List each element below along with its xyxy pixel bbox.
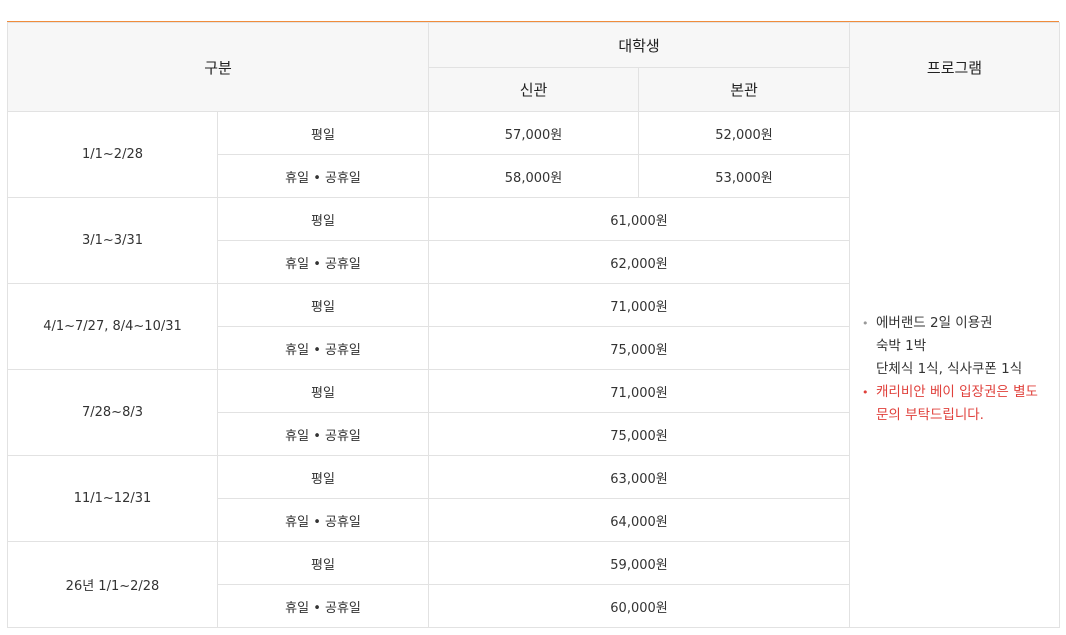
price-cell: 61,000원: [428, 197, 851, 241]
day-type-cell: 평일: [216, 369, 430, 413]
price-cell: 71,000원: [428, 283, 851, 327]
header-main-building: 본관: [638, 67, 851, 112]
day-type-cell: 평일: [216, 455, 430, 499]
day-type-cell: 휴일 • 공휴일: [216, 584, 430, 628]
price-cell: 71,000원: [428, 369, 851, 413]
header-category: 구분: [6, 22, 430, 112]
program-item: • 에버랜드 2일 이용권 숙박 1박 단체식 1식, 식사쿠폰 1식: [862, 312, 1059, 381]
price-cell: 63,000원: [428, 455, 851, 499]
price-cell: 75,000원: [428, 326, 851, 370]
table-row: 1/1~2/28 평일 57,000원 52,000원 • 에버랜드 2일 이용…: [7, 111, 1061, 628]
price-cell: 57,000원: [428, 111, 640, 155]
period-cell: 11/1~12/31: [7, 455, 218, 542]
period-cell: 7/28~8/3: [7, 369, 218, 456]
price-cell: 53,000원: [638, 154, 851, 198]
header-student-group: 대학생: [428, 22, 851, 68]
day-type-cell: 평일: [216, 197, 430, 241]
price-cell: 58,000원: [428, 154, 640, 198]
day-type-cell: 휴일 • 공휴일: [216, 154, 430, 198]
day-type-cell: 평일: [216, 111, 430, 155]
header-new-building: 신관: [428, 67, 640, 112]
program-cell: • 에버랜드 2일 이용권 숙박 1박 단체식 1식, 식사쿠폰 1식 • 캐리…: [849, 111, 1061, 628]
price-cell: 52,000원: [638, 111, 851, 155]
day-type-cell: 평일: [216, 283, 430, 327]
price-table-container: 구분 대학생 프로그램 신관 본관 1/1~2/28 평일 57,000원 52…: [6, 21, 1061, 628]
day-type-cell: 휴일 • 공휴일: [216, 412, 430, 456]
day-type-cell: 휴일 • 공휴일: [216, 498, 430, 542]
price-table: 구분 대학생 프로그램 신관 본관 1/1~2/28 평일 57,000원 52…: [6, 22, 1061, 628]
period-cell: 4/1~7/27, 8/4~10/31: [7, 283, 218, 370]
price-cell: 64,000원: [428, 498, 851, 542]
program-list: • 에버랜드 2일 이용권 숙박 1박 단체식 1식, 식사쿠폰 1식 • 캐리…: [862, 312, 1059, 427]
program-line: 단체식 1식, 식사쿠폰 1식: [876, 361, 1023, 377]
header-program: 프로그램: [849, 22, 1061, 112]
program-notice-line: 캐리비안 베이 입장권은 별도: [876, 384, 1038, 400]
program-line: 에버랜드 2일 이용권: [876, 315, 993, 331]
period-cell: 3/1~3/31: [7, 197, 218, 284]
price-cell: 59,000원: [428, 541, 851, 585]
program-notice-line: 문의 부탁드립니다.: [876, 407, 984, 423]
price-cell: 62,000원: [428, 240, 851, 284]
program-line: 숙박 1박: [876, 338, 927, 354]
bullet-icon: •: [862, 386, 869, 399]
period-cell: 1/1~2/28: [7, 111, 218, 198]
price-cell: 60,000원: [428, 584, 851, 628]
day-type-cell: 휴일 • 공휴일: [216, 240, 430, 284]
day-type-cell: 평일: [216, 541, 430, 585]
price-cell: 75,000원: [428, 412, 851, 456]
program-notice: • 캐리비안 베이 입장권은 별도 문의 부탁드립니다.: [862, 381, 1059, 427]
day-type-cell: 휴일 • 공휴일: [216, 326, 430, 370]
bullet-icon: •: [862, 317, 869, 330]
period-cell: 26년 1/1~2/28: [7, 541, 218, 628]
